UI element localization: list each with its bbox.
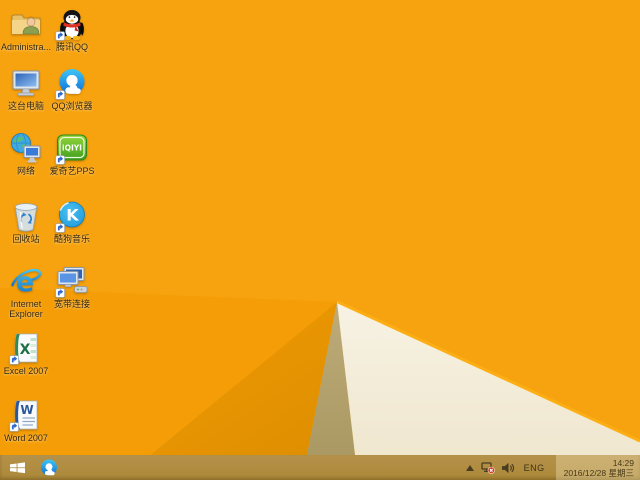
desktop-icon-tencent-qq[interactable]: 腾讯QQ xyxy=(46,7,98,52)
tray-network-status[interactable] xyxy=(481,462,495,474)
desktop-icon-label: 这台电脑 xyxy=(0,101,52,111)
system-tray: ENG 14:29 2016/12/28 星期三 xyxy=(466,455,640,480)
desktop-icon-label: Internet Explorer xyxy=(0,299,52,319)
desktop: Administra... 这台电脑 网络 xyxy=(0,0,640,480)
desktop-icon-label: 网络 xyxy=(0,166,52,176)
desktop-icon-broadband-connection[interactable]: 宽带连接 xyxy=(46,264,98,309)
desktop-icon-label: 酷狗音乐 xyxy=(46,234,98,244)
desktop-icon-kugou-music[interactable]: K 酷狗音乐 xyxy=(46,199,98,244)
desktop-icon-qq-browser[interactable]: QQ浏览器 xyxy=(46,66,98,111)
desktop-icon-label: Excel 2007 xyxy=(0,366,52,376)
qq-browser-icon xyxy=(55,66,89,100)
tray-show-hidden-icons-button[interactable] xyxy=(466,465,474,471)
desktop-icon-label: Word 2007 xyxy=(0,433,52,443)
recycle-bin-icon xyxy=(9,199,43,233)
svg-text:iQIYI: iQIYI xyxy=(62,144,82,153)
start-button[interactable] xyxy=(0,455,34,480)
desktop-icon-this-pc[interactable]: 这台电脑 xyxy=(0,66,52,111)
network-globe-icon xyxy=(9,131,43,165)
desktop-icon-label: QQ浏览器 xyxy=(46,101,98,111)
desktop-icon-label: 回收站 xyxy=(0,234,52,244)
speaker-icon xyxy=(502,462,515,474)
iqiyi-icon: iQIYI xyxy=(55,131,89,165)
clock-date: 2016/12/28 星期三 xyxy=(564,468,634,478)
desktop-icon-label: 爱奇艺PPS xyxy=(46,166,98,176)
taskbar-qq-browser-button[interactable] xyxy=(34,455,64,480)
desktop-icon-word-2007[interactable]: W Word 2007 xyxy=(0,398,52,443)
qq-browser-icon xyxy=(39,458,59,478)
tray-volume-control[interactable] xyxy=(502,462,515,474)
desktop-icon-administrator[interactable]: Administra... xyxy=(0,7,52,52)
clock-time: 14:29 xyxy=(613,458,634,468)
svg-text:K: K xyxy=(66,206,79,225)
word-icon: W xyxy=(9,398,43,432)
desktop-icon-network[interactable]: 网络 xyxy=(0,131,52,176)
svg-text:W: W xyxy=(20,403,33,417)
desktop-icon-label: 宽带连接 xyxy=(46,299,98,309)
excel-icon: X xyxy=(9,331,43,365)
desktop-icon-recycle-bin[interactable]: 回收站 xyxy=(0,199,52,244)
ie-icon: e xyxy=(9,264,43,298)
start-windows-icon xyxy=(10,462,25,474)
desktop-icon-label: 腾讯QQ xyxy=(46,42,98,52)
taskbar: ENG 14:29 2016/12/28 星期三 xyxy=(0,455,640,480)
desktop-icon-internet-explorer[interactable]: e Internet Explorer xyxy=(0,264,52,319)
desktop-icon-label: Administra... xyxy=(0,42,52,52)
desktop-icon-excel-2007[interactable]: X Excel 2007 xyxy=(0,331,52,376)
desktop-icon-iqiyi-pps[interactable]: iQIYI 爱奇艺PPS xyxy=(46,131,98,176)
computer-icon xyxy=(9,66,43,100)
network-disconnected-icon xyxy=(481,462,495,474)
kugou-icon: K xyxy=(55,199,89,233)
broadband-icon xyxy=(55,264,89,298)
user-folder-icon xyxy=(9,7,43,41)
chevron-up-icon xyxy=(466,465,474,471)
qq-penguin-icon xyxy=(55,7,89,41)
tray-clock[interactable]: 14:29 2016/12/28 星期三 xyxy=(556,455,640,480)
svg-text:X: X xyxy=(20,342,31,358)
tray-language-indicator[interactable]: ENG xyxy=(524,463,545,473)
